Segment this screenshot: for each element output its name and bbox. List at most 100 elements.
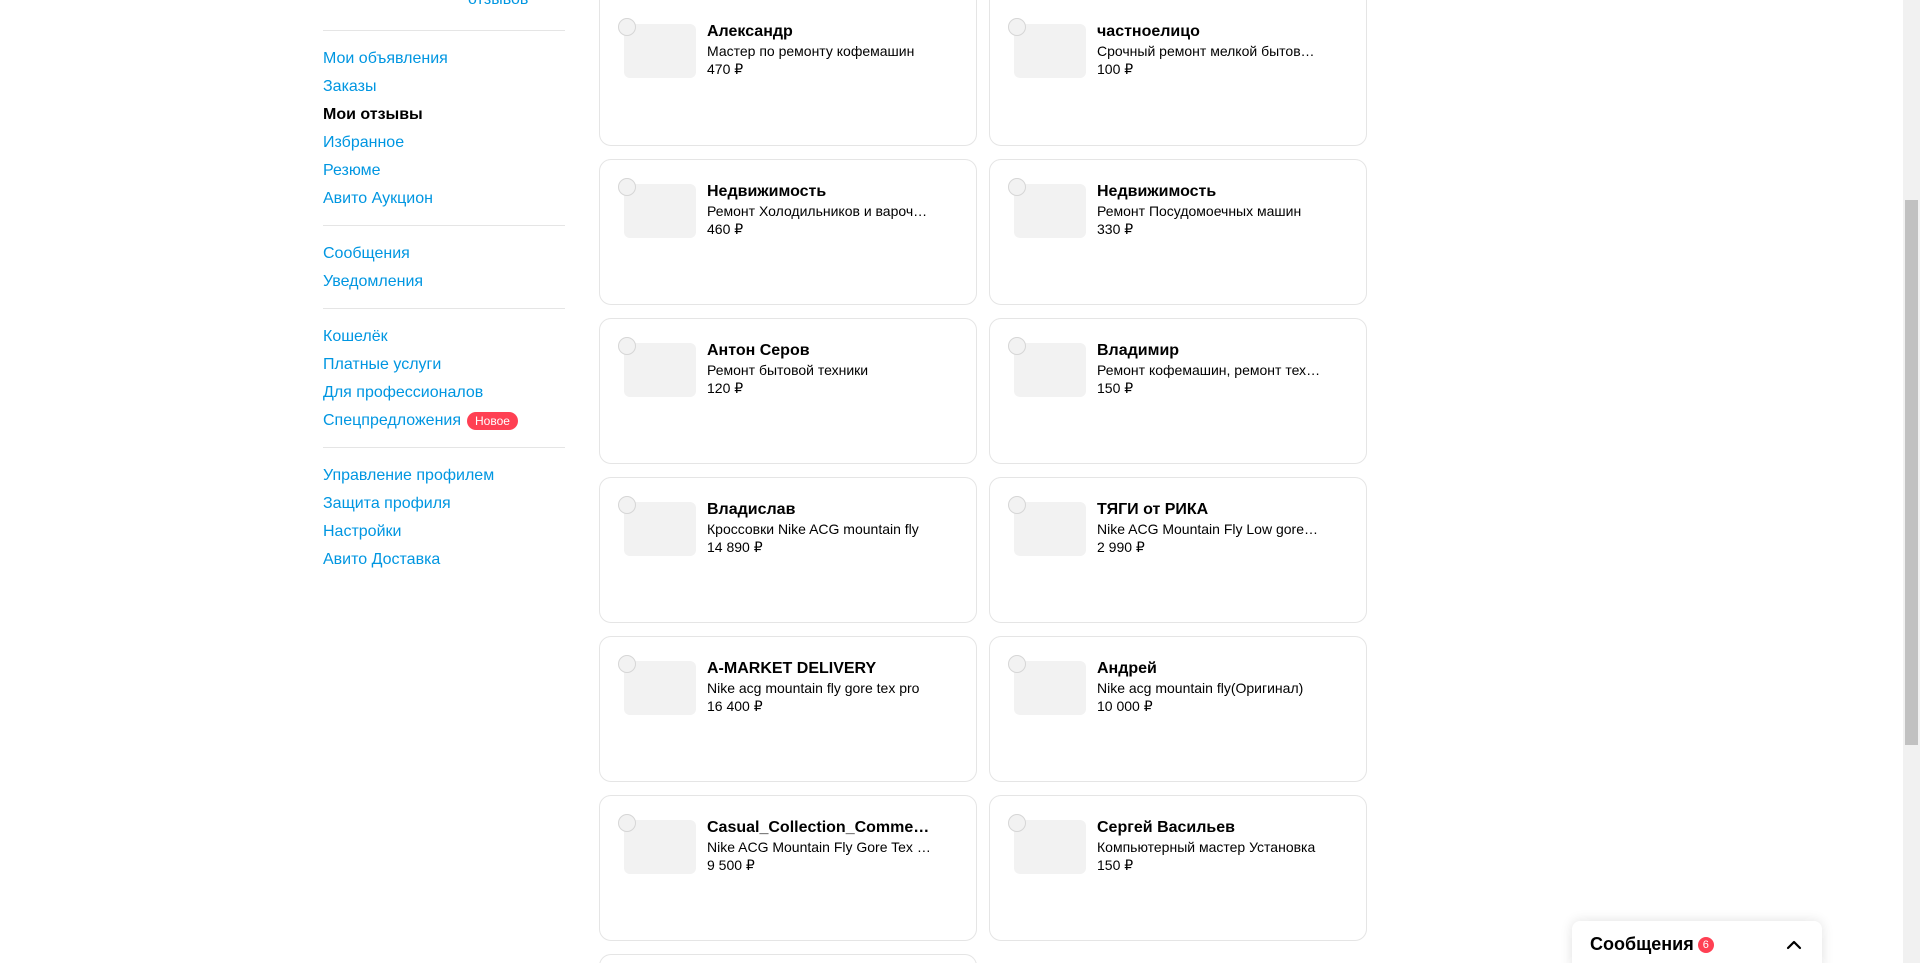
sidebar-rating-row: · отзывов <box>323 0 565 31</box>
review-card[interactable]: Недвижимость Ремонт Посудомоечных машин … <box>989 159 1367 305</box>
item-title[interactable]: Компьютерный мастер Установка <box>1097 838 1322 856</box>
seller-name[interactable]: Андрей <box>1097 659 1322 679</box>
review-card[interactable]: Недвижимость Ремонт Холодильников и варо… <box>599 159 977 305</box>
card-info: Недвижимость Ремонт Посудомоечных машин … <box>1097 182 1322 238</box>
card-info: Сергей Васильев Компьютерный мастер Уста… <box>1097 818 1322 874</box>
messages-count-badge: 6 <box>1697 937 1714 953</box>
sidebar-group: Управление профилем Защита профиля Настрой… <box>323 448 565 586</box>
item-price: 470 ₽ <box>707 61 744 77</box>
sidebar-item[interactable]: Платные услуги <box>323 351 565 379</box>
review-card[interactable]: Casual_Collection_Commerce Nike ACG Moun… <box>599 795 977 941</box>
seller-name[interactable]: Александр <box>707 22 932 42</box>
seller-name[interactable]: Сергей Васильев <box>1097 818 1322 838</box>
item-title[interactable]: Срочный ремонт мелкой бытовой техники <box>1097 42 1322 60</box>
sidebar-item-label: Настройки <box>323 523 402 540</box>
item-thumbnail[interactable] <box>1014 343 1086 397</box>
seller-name[interactable]: Недвижимость <box>1097 182 1322 202</box>
messages-widget-title: Сообщения 6 <box>1590 933 1714 955</box>
card-info: A-MARKET DELIVERY Nike acg mountain fly … <box>707 659 932 715</box>
review-card[interactable]: Андрей Nike acg mountain fly(Оригинал) 1… <box>989 636 1367 782</box>
sidebar-item[interactable]: Управление профилем <box>323 462 565 490</box>
reviews-count-link[interactable]: отзывов <box>468 0 528 10</box>
page: · отзывов Мои объявления Заказы Мои отзывы… <box>0 0 1920 963</box>
item-thumbnail[interactable] <box>624 184 696 238</box>
sidebar-item[interactable]: Защита профиля <box>323 490 565 518</box>
sidebar-item[interactable]: Мои отзывы <box>323 101 565 129</box>
card-info: ТЯГИ от РИКА Nike ACG Mountain Fly Low g… <box>1097 500 1322 556</box>
item-price: 9 500 ₽ <box>707 857 755 873</box>
sidebar-item[interactable]: Спецпредложения Новое <box>323 407 565 435</box>
item-title[interactable]: Ремонт Холодильников и варочных панелей <box>707 202 932 220</box>
seller-avatar-icon <box>618 178 636 196</box>
sidebar-item[interactable]: Мои объявления <box>323 45 565 73</box>
item-thumbnail[interactable] <box>1014 24 1086 78</box>
sidebar-item-label: Управление профилем <box>323 467 495 484</box>
item-thumbnail[interactable] <box>624 661 696 715</box>
item-thumbnail[interactable] <box>1014 184 1086 238</box>
review-card[interactable]: Александр Мастер по ремонту кофемашин 47… <box>599 0 977 146</box>
item-thumbnail[interactable] <box>1014 502 1086 556</box>
item-title[interactable]: Кроссовки Nike ACG mountain fly <box>707 520 932 538</box>
seller-avatar-icon <box>1008 655 1026 673</box>
sidebar: · отзывов Мои объявления Заказы Мои отзывы… <box>323 0 565 586</box>
item-title[interactable]: Мастер по ремонту кофемашин <box>707 42 932 60</box>
item-title[interactable]: Ремонт бытовой техники <box>707 361 932 379</box>
item-thumbnail[interactable] <box>624 343 696 397</box>
item-title[interactable]: Nike acg mountain fly(Оригинал) <box>1097 679 1322 697</box>
sidebar-item-label: Спецпредложения <box>323 412 461 429</box>
sidebar-item-label: Мои отзывы <box>323 106 423 123</box>
sidebar-item[interactable]: Уведомления <box>323 268 565 296</box>
seller-name[interactable]: частноелицо <box>1097 22 1322 42</box>
review-card[interactable]: Антон Серов Ремонт бытовой техники 120 ₽ <box>599 318 977 464</box>
new-badge: Новое <box>467 412 518 430</box>
sidebar-item[interactable]: Резюме <box>323 157 565 185</box>
item-title[interactable]: Ремонт Посудомоечных машин <box>1097 202 1322 220</box>
card-info: Владимир Ремонт кофемашин, ремонт техник… <box>1097 341 1322 397</box>
item-price: 330 ₽ <box>1097 221 1134 237</box>
item-title[interactable]: Nike ACG Mountain Fly Low gore-tex <box>1097 520 1322 538</box>
item-thumbnail[interactable] <box>1014 820 1086 874</box>
page-scrollbar[interactable] <box>1903 0 1920 963</box>
item-thumbnail[interactable] <box>624 820 696 874</box>
item-title[interactable]: Nike acg mountain fly gore tex pro <box>707 679 932 697</box>
sidebar-item[interactable]: Авито Аукцион <box>323 185 565 213</box>
item-thumbnail[interactable] <box>624 24 696 78</box>
sidebar-item[interactable]: Заказы <box>323 73 565 101</box>
item-title[interactable]: Ремонт кофемашин, ремонт техники <box>1097 361 1322 379</box>
seller-name[interactable]: A-MARKET DELIVERY <box>707 659 932 679</box>
seller-name[interactable]: Недвижимость <box>707 182 932 202</box>
review-card[interactable]: частноелицо Срочный ремонт мелкой бытово… <box>989 0 1367 146</box>
sidebar-groups: Мои объявления Заказы Мои отзывы Избранное Р… <box>323 31 565 586</box>
seller-name[interactable]: Casual_Collection_Commerce <box>707 818 932 838</box>
review-card[interactable]: ТЯГИ от РИКА Nike ACG Mountain Fly Low g… <box>989 477 1367 623</box>
sidebar-item[interactable]: Авито Доставка <box>323 546 565 574</box>
sidebar-item[interactable]: Настройки <box>323 518 565 546</box>
card-info: Недвижимость Ремонт Холодильников и варо… <box>707 182 932 238</box>
sidebar-item[interactable]: Избранное <box>323 129 565 157</box>
sidebar-item[interactable]: Кошелёк <box>323 323 565 351</box>
chevron-up-icon[interactable] <box>1784 935 1804 955</box>
sidebar-item[interactable]: Для профессионалов <box>323 379 565 407</box>
seller-name[interactable]: Владислав <box>707 500 932 520</box>
item-thumbnail[interactable] <box>1014 661 1086 715</box>
sidebar-item-label: Кошелёк <box>323 328 388 345</box>
review-card[interactable]: Сергей Васильев Компьютерный мастер Уста… <box>989 795 1367 941</box>
seller-name[interactable]: Владимир <box>1097 341 1322 361</box>
seller-avatar-icon <box>618 496 636 514</box>
item-thumbnail[interactable] <box>624 502 696 556</box>
seller-name[interactable]: ТЯГИ от РИКА <box>1097 500 1322 520</box>
seller-avatar-icon <box>618 655 636 673</box>
sidebar-item-label: Уведомления <box>323 273 424 290</box>
review-card-partial[interactable] <box>599 954 977 963</box>
card-info: Александр Мастер по ремонту кофемашин 47… <box>707 22 932 78</box>
rating-stub: · <box>337 0 342 4</box>
sidebar-item[interactable]: Сообщения <box>323 240 565 268</box>
review-card[interactable]: Владимир Ремонт кофемашин, ремонт техник… <box>989 318 1367 464</box>
scrollbar-thumb[interactable] <box>1905 200 1918 745</box>
card-info: частноелицо Срочный ремонт мелкой бытово… <box>1097 22 1322 78</box>
messages-widget[interactable]: Сообщения 6 <box>1572 921 1822 963</box>
review-card[interactable]: A-MARKET DELIVERY Nike acg mountain fly … <box>599 636 977 782</box>
review-card[interactable]: Владислав Кроссовки Nike ACG mountain fl… <box>599 477 977 623</box>
seller-name[interactable]: Антон Серов <box>707 341 932 361</box>
item-title[interactable]: Nike ACG Mountain Fly Gore Tex Low <box>707 838 932 856</box>
